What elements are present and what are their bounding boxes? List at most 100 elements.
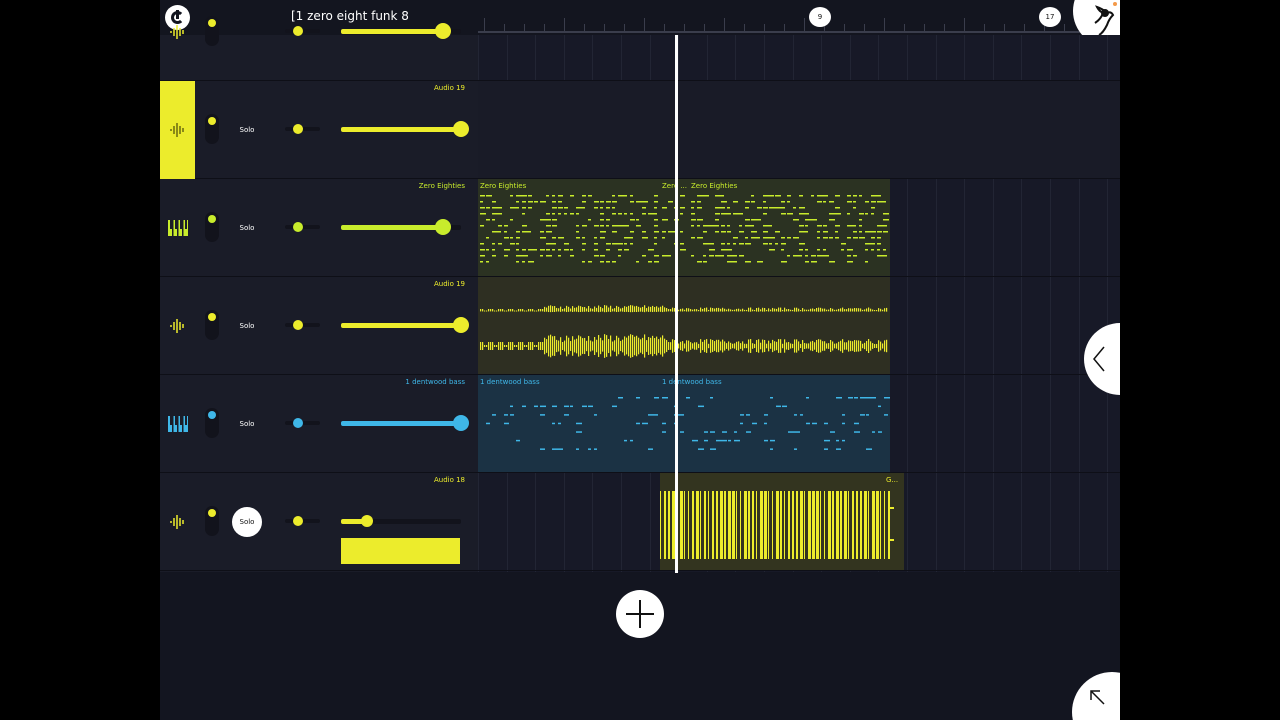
clip-zero-eighties-1[interactable]: Zero Eighties bbox=[478, 179, 660, 276]
bar-marker-17[interactable]: 17 bbox=[1039, 7, 1061, 27]
solo-button[interactable]: Solo bbox=[232, 409, 262, 439]
ruler-baseline bbox=[478, 31, 1120, 33]
clip-mark bbox=[715, 255, 721, 257]
clip-mark bbox=[680, 231, 683, 233]
expand-button[interactable] bbox=[1072, 672, 1120, 720]
pan-knob[interactable] bbox=[293, 26, 303, 36]
track-header-zero-eighties[interactable]: Zero Eighties Solo bbox=[160, 179, 478, 277]
volume-slider[interactable] bbox=[341, 415, 469, 431]
mute-toggle[interactable] bbox=[205, 506, 219, 536]
track-header-audio-19b[interactable]: Audio 19 Solo bbox=[160, 277, 478, 375]
solo-button[interactable]: Solo bbox=[232, 213, 262, 243]
volume-knob[interactable] bbox=[435, 219, 451, 235]
lane-zero-eighties[interactable]: Zero Eighties Zero ... Zero Eighties bbox=[478, 179, 1120, 277]
clip-mark bbox=[793, 237, 799, 239]
bar-marker-9[interactable]: 9 bbox=[809, 7, 831, 27]
solo-button[interactable]: Solo bbox=[232, 115, 262, 145]
clip-mark bbox=[715, 207, 721, 209]
track-name[interactable]: Audio 19 bbox=[434, 84, 465, 92]
volume-knob[interactable] bbox=[453, 317, 469, 333]
automation-lane[interactable] bbox=[341, 538, 460, 564]
track-name[interactable]: Audio 19 bbox=[434, 280, 465, 288]
clip-mark bbox=[865, 249, 868, 251]
mute-toggle[interactable] bbox=[205, 114, 219, 144]
clip-mark bbox=[720, 308, 722, 312]
timeline-ruler[interactable]: 9 17 bbox=[478, 0, 1120, 35]
clip-mark bbox=[708, 491, 709, 559]
clip-mark bbox=[727, 261, 733, 263]
mute-toggle[interactable] bbox=[205, 310, 219, 340]
lane-0[interactable] bbox=[478, 35, 1120, 81]
pan-slider[interactable] bbox=[285, 222, 320, 232]
pan-knob[interactable] bbox=[293, 516, 303, 526]
lane-audio-19[interactable] bbox=[478, 81, 1120, 179]
track-header-audio-18[interactable]: Audio 18 Solo bbox=[160, 473, 478, 571]
clip-mark bbox=[721, 231, 726, 233]
track-header-audio-19[interactable]: Audio 19 Solo bbox=[160, 81, 478, 179]
volume-slider[interactable] bbox=[341, 317, 469, 333]
volume-knob[interactable] bbox=[453, 415, 469, 431]
volume-slider[interactable] bbox=[341, 121, 469, 137]
clip-dentwood-bass-1[interactable]: 1 dentwood bass bbox=[478, 375, 660, 472]
clip-audio-18[interactable]: G... bbox=[660, 473, 904, 570]
lane-dentwood-bass[interactable]: 1 dentwood bass 1 dentwood bass bbox=[478, 375, 1120, 473]
pan-slider[interactable] bbox=[285, 320, 320, 330]
pan-knob[interactable] bbox=[293, 124, 303, 134]
solo-button[interactable]: Solo bbox=[232, 507, 262, 537]
clip-mark bbox=[692, 439, 698, 442]
clip-mark bbox=[682, 308, 684, 312]
clip-mark bbox=[691, 207, 694, 209]
clip-mark bbox=[728, 439, 731, 442]
volume-knob[interactable] bbox=[453, 121, 469, 137]
add-track-button[interactable] bbox=[616, 590, 664, 638]
pan-slider[interactable] bbox=[285, 418, 320, 428]
clip-mark bbox=[546, 225, 551, 227]
volume-knob[interactable] bbox=[435, 23, 451, 39]
clip-dentwood-bass-2[interactable]: 1 dentwood bass bbox=[660, 375, 890, 472]
mute-toggle[interactable] bbox=[205, 408, 219, 438]
clip-mark bbox=[772, 491, 773, 559]
mute-toggle[interactable] bbox=[205, 212, 219, 242]
clip-mark bbox=[564, 414, 569, 416]
clip-mark bbox=[812, 308, 814, 312]
clip-mark bbox=[576, 307, 578, 312]
mute-toggle[interactable] bbox=[205, 16, 219, 46]
clip-mark bbox=[816, 491, 819, 559]
clip-mark bbox=[704, 307, 706, 312]
clip-mark bbox=[850, 308, 852, 312]
clip-zero-eighties-3[interactable]: Zero Eighties bbox=[689, 179, 890, 276]
clip-mark bbox=[794, 448, 797, 450]
clip-mark bbox=[883, 255, 887, 257]
pan-knob[interactable] bbox=[293, 418, 303, 428]
clip-mark bbox=[844, 309, 846, 312]
track-name[interactable]: Zero Eighties bbox=[419, 182, 465, 190]
clip-mark bbox=[842, 414, 845, 416]
lane-audio-19b[interactable] bbox=[478, 277, 1120, 375]
clip-audio-19[interactable] bbox=[478, 277, 890, 374]
clip-mark bbox=[564, 340, 566, 352]
clip-mark bbox=[868, 307, 870, 312]
pan-slider[interactable] bbox=[285, 26, 320, 36]
clip-mark bbox=[648, 337, 650, 355]
pan-knob[interactable] bbox=[293, 222, 303, 232]
clip-mark bbox=[618, 337, 620, 355]
solo-button[interactable]: Solo bbox=[232, 311, 262, 341]
volume-slider[interactable] bbox=[341, 219, 461, 235]
track-name[interactable]: 1 dentwood bass bbox=[405, 378, 465, 386]
lane-audio-18[interactable]: G... bbox=[478, 473, 1120, 571]
clip-mark bbox=[636, 305, 638, 313]
volume-knob[interactable] bbox=[361, 515, 374, 527]
clip-mark bbox=[853, 207, 856, 209]
pan-slider[interactable] bbox=[285, 124, 320, 134]
pan-slider[interactable] bbox=[285, 516, 320, 526]
track-name[interactable]: Audio 18 bbox=[434, 476, 465, 484]
volume-slider[interactable] bbox=[341, 23, 461, 39]
clip-mark bbox=[727, 213, 731, 215]
pan-knob[interactable] bbox=[293, 320, 303, 330]
arrangement-view[interactable]: Zero Eighties Zero ... Zero Eighties 1 d… bbox=[478, 35, 1120, 572]
track-header-0[interactable] bbox=[160, 0, 478, 81]
volume-slider[interactable] bbox=[341, 515, 461, 527]
track-header-dentwood-bass[interactable]: 1 dentwood bass Solo bbox=[160, 375, 478, 473]
clip-mark bbox=[751, 195, 754, 197]
playhead[interactable] bbox=[675, 35, 678, 573]
